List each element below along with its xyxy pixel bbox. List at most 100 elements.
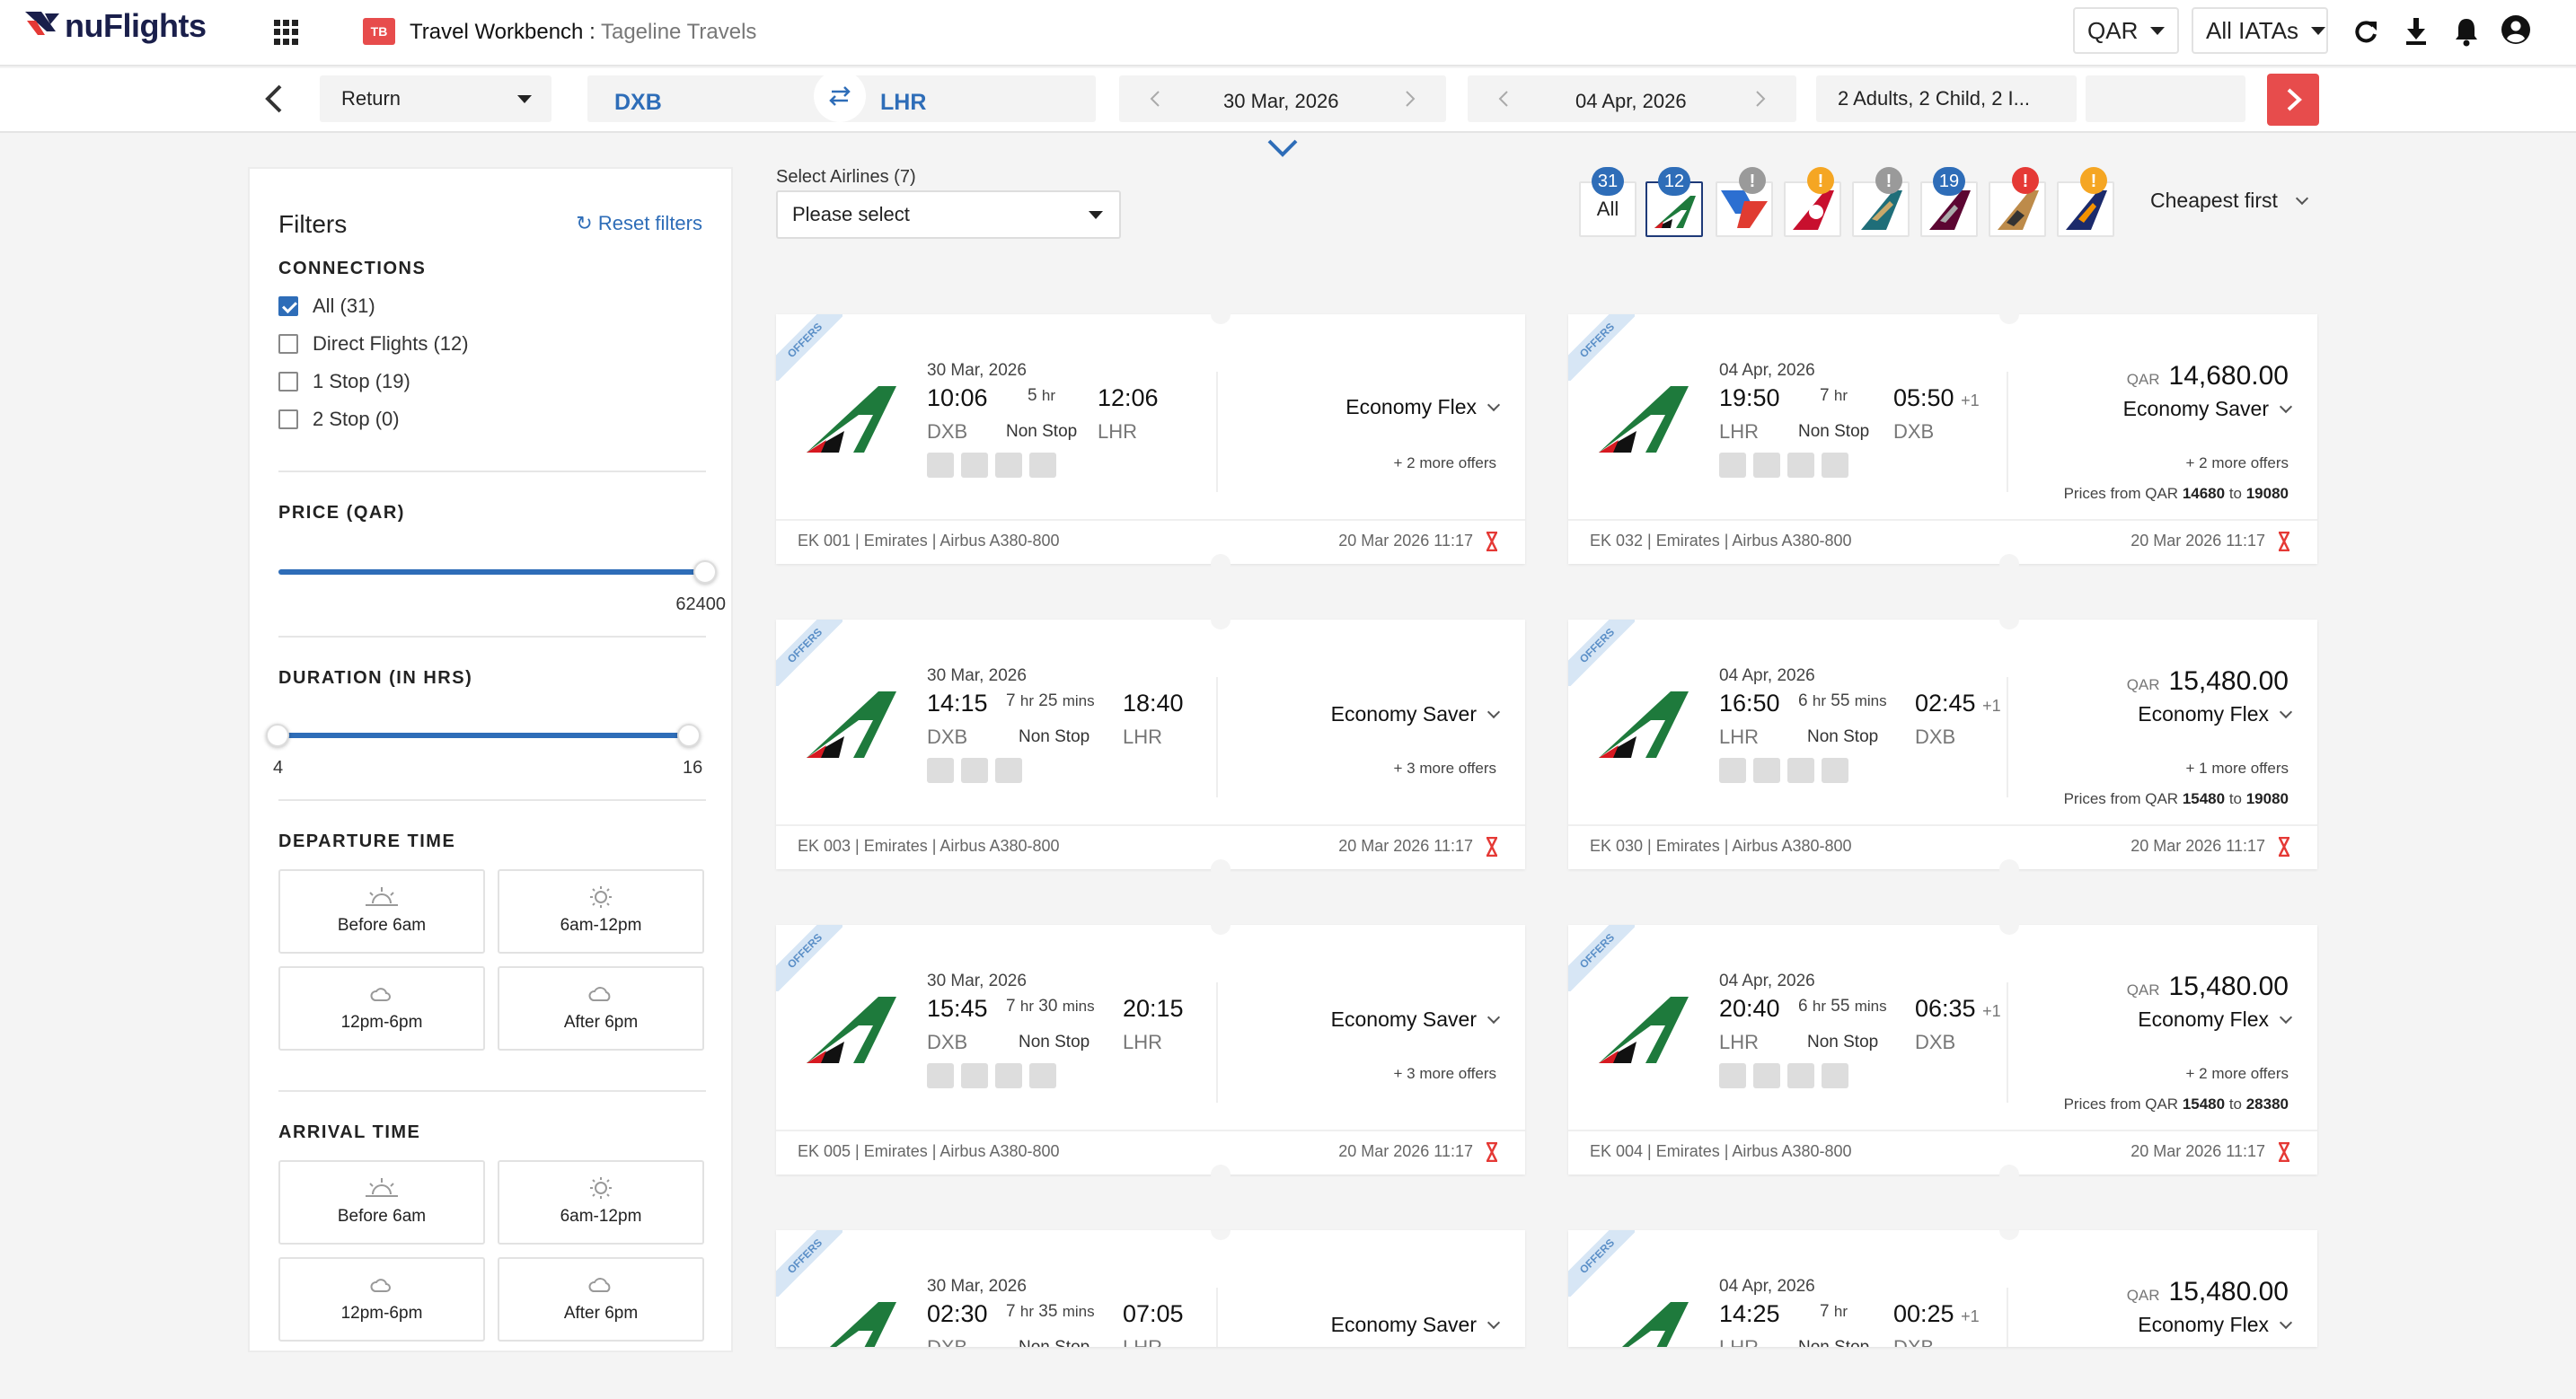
refresh-icon[interactable] bbox=[2353, 16, 2378, 47]
price-range-prefix: Prices from QAR bbox=[2063, 485, 2183, 502]
hourglass-icon bbox=[1486, 837, 1498, 857]
sort-select[interactable]: Cheapest first bbox=[2150, 189, 2308, 213]
bell-icon[interactable] bbox=[2454, 16, 2479, 47]
price-slider-handle[interactable] bbox=[693, 560, 717, 584]
price-amount: 15,480.00 bbox=[2168, 1277, 2289, 1307]
time-label: 12pm-6pm bbox=[340, 1304, 423, 1323]
outbound-flight-card[interactable]: OFFERS 30 Mar, 2026 14:15 7 hr 25 mins 1… bbox=[776, 610, 1525, 879]
duration-max-handle[interactable] bbox=[677, 724, 701, 747]
search-submit-button[interactable] bbox=[2267, 74, 2319, 126]
connection-option-all[interactable]: All (31) bbox=[278, 295, 375, 318]
arrival-after-6pm[interactable]: After 6pm bbox=[498, 1257, 704, 1342]
airline-tab-turkish[interactable]: ! bbox=[1784, 167, 1841, 237]
baggage-icon bbox=[1822, 1063, 1848, 1088]
more-offers-link[interactable]: + 2 more offers bbox=[1394, 454, 1497, 472]
emirates-tail-logo bbox=[1599, 691, 1689, 758]
fare-select[interactable]: Economy Saver bbox=[1331, 702, 1501, 726]
connection-option-direct[interactable]: Direct Flights (12) bbox=[278, 332, 469, 356]
reset-filters-button[interactable]: ↻ Reset filters bbox=[576, 212, 702, 235]
arrival-12pm-6pm[interactable]: 12pm-6pm bbox=[278, 1257, 485, 1342]
destination-airport[interactable]: LHR bbox=[880, 90, 926, 116]
duration-min-handle[interactable] bbox=[266, 724, 289, 747]
trip-type-select[interactable]: Return bbox=[320, 75, 551, 122]
duration-slider-track[interactable] bbox=[282, 733, 695, 738]
return-date-field[interactable]: 04 Apr, 2026 bbox=[1468, 75, 1796, 122]
expand-search-chevron-icon[interactable] bbox=[1266, 138, 1299, 158]
origin-airport[interactable]: DXB bbox=[614, 90, 662, 116]
swap-button[interactable] bbox=[814, 70, 866, 122]
depart-date-field[interactable]: 30 Mar, 2026 bbox=[1119, 75, 1446, 122]
inbound-flight-card[interactable]: OFFERS 04 Apr, 2026 16:50 6 hr 55 mins 0… bbox=[1568, 610, 2317, 879]
more-offers-link[interactable]: + 3 more offers bbox=[1394, 1065, 1497, 1083]
fare-select[interactable]: Economy Flex bbox=[1345, 395, 1501, 419]
more-offers-link[interactable]: + 2 more offers bbox=[2186, 1065, 2289, 1083]
download-icon[interactable] bbox=[2404, 16, 2429, 47]
sort-value: Cheapest first bbox=[2150, 189, 2278, 212]
fare-select[interactable]: Economy Saver bbox=[1331, 1007, 1501, 1032]
departure-after-6pm[interactable]: After 6pm bbox=[498, 966, 704, 1051]
checkbox[interactable] bbox=[278, 409, 298, 429]
iata-select[interactable]: All IATAs bbox=[2192, 7, 2328, 54]
outbound-flight-card[interactable]: OFFERS 30 Mar, 2026 10:06 5 hr 12:06 DXB… bbox=[776, 304, 1525, 574]
more-offers-link[interactable]: + 2 more offers bbox=[2186, 454, 2289, 472]
airline-tab-oman[interactable]: ! bbox=[1852, 167, 1910, 237]
reset-icon: ↻ bbox=[576, 212, 593, 234]
user-account-icon[interactable] bbox=[2501, 14, 2531, 45]
next-date-icon[interactable] bbox=[1405, 90, 1416, 108]
extra-field[interactable] bbox=[2086, 75, 2245, 122]
timestamp: 20 Mar 2026 11:17 bbox=[1338, 532, 1473, 550]
departure-time: 14:25 bbox=[1719, 1300, 1780, 1327]
connection-option-2-stop[interactable]: 2 Stop (0) bbox=[278, 408, 400, 431]
price-slider-track[interactable] bbox=[278, 569, 706, 575]
sun-cloud-icon bbox=[370, 1279, 391, 1292]
iata-value: All IATAs bbox=[2206, 16, 2299, 44]
outbound-flight-card[interactable]: OFFERS 30 Mar, 2026 02:30 7 hr 35 mins 0… bbox=[776, 1230, 1525, 1347]
airline-tab-all[interactable]: 31 All bbox=[1579, 167, 1636, 237]
inbound-flight-card[interactable]: OFFERS 04 Apr, 2026 20:40 6 hr 55 mins 0… bbox=[1568, 915, 2317, 1184]
next-date-icon[interactable] bbox=[1755, 90, 1766, 108]
time-label: After 6pm bbox=[563, 1304, 639, 1323]
select-airlines-dropdown[interactable]: Please select bbox=[776, 190, 1121, 239]
departure-12pm-6pm[interactable]: 12pm-6pm bbox=[278, 966, 485, 1051]
inbound-flight-card[interactable]: OFFERS 04 Apr, 2026 14:25 7 hr 00:25 +1 … bbox=[1568, 1230, 2317, 1347]
airline-tab-american[interactable]: ! bbox=[1716, 167, 1773, 237]
more-offers-link[interactable]: + 3 more offers bbox=[1394, 760, 1497, 778]
apps-grid-icon[interactable] bbox=[274, 20, 299, 45]
arrival-before-6am[interactable]: Before 6am bbox=[278, 1160, 485, 1245]
emirates-tail-logo bbox=[807, 386, 896, 453]
prev-date-icon[interactable] bbox=[1150, 90, 1160, 108]
fare-select[interactable]: Economy Saver bbox=[1331, 1313, 1501, 1337]
back-chevron-icon[interactable] bbox=[264, 84, 284, 113]
outbound-flight-card[interactable]: OFFERS 30 Mar, 2026 15:45 7 hr 30 mins 2… bbox=[776, 915, 1525, 1184]
fare-select[interactable]: Economy Flex bbox=[2138, 702, 2293, 726]
nuflights-logo[interactable]: nuFlights bbox=[23, 7, 207, 45]
airline-tab-srilankan[interactable]: ! bbox=[2057, 167, 2114, 237]
airline-tab-qatar[interactable]: 19 bbox=[1920, 167, 1978, 237]
time-label: Before 6am bbox=[337, 916, 427, 935]
prev-date-icon[interactable] bbox=[1498, 90, 1509, 108]
inbound-flight-card[interactable]: OFFERS 04 Apr, 2026 19:50 7 hr 05:50 +1 … bbox=[1568, 304, 2317, 574]
baggage-icon bbox=[1822, 453, 1848, 478]
fare-select[interactable]: Economy Saver bbox=[2123, 397, 2293, 421]
connection-option-1-stop[interactable]: 1 Stop (19) bbox=[278, 370, 410, 393]
airline-tab-etihad[interactable]: ! bbox=[1989, 167, 2046, 237]
checkbox[interactable] bbox=[278, 334, 298, 354]
notch bbox=[1211, 610, 1231, 629]
origin-code: DXB bbox=[927, 1336, 967, 1347]
departure-before-6am[interactable]: Before 6am bbox=[278, 869, 485, 954]
arrival-6am-12pm[interactable]: 6am-12pm bbox=[498, 1160, 704, 1245]
seat-icon bbox=[1753, 1063, 1780, 1088]
fare-select[interactable]: Economy Flex bbox=[2138, 1313, 2293, 1337]
route-field: DXB LHR bbox=[587, 70, 1096, 122]
chevron-down-icon bbox=[2279, 1010, 2293, 1024]
checkbox[interactable] bbox=[278, 372, 298, 392]
arrival-time: 07:05 bbox=[1123, 1300, 1184, 1327]
airline-tab-emirates[interactable]: 12 bbox=[1645, 167, 1703, 237]
currency-select[interactable]: QAR bbox=[2073, 7, 2179, 54]
chevron-down-icon bbox=[2311, 26, 2326, 35]
more-offers-link[interactable]: + 1 more offers bbox=[2186, 760, 2289, 778]
departure-6am-12pm[interactable]: 6am-12pm bbox=[498, 869, 704, 954]
passengers-field[interactable]: 2 Adults, 2 Child, 2 I... bbox=[1816, 75, 2077, 122]
fare-select[interactable]: Economy Flex bbox=[2138, 1007, 2293, 1032]
checkbox-checked[interactable] bbox=[278, 296, 298, 316]
